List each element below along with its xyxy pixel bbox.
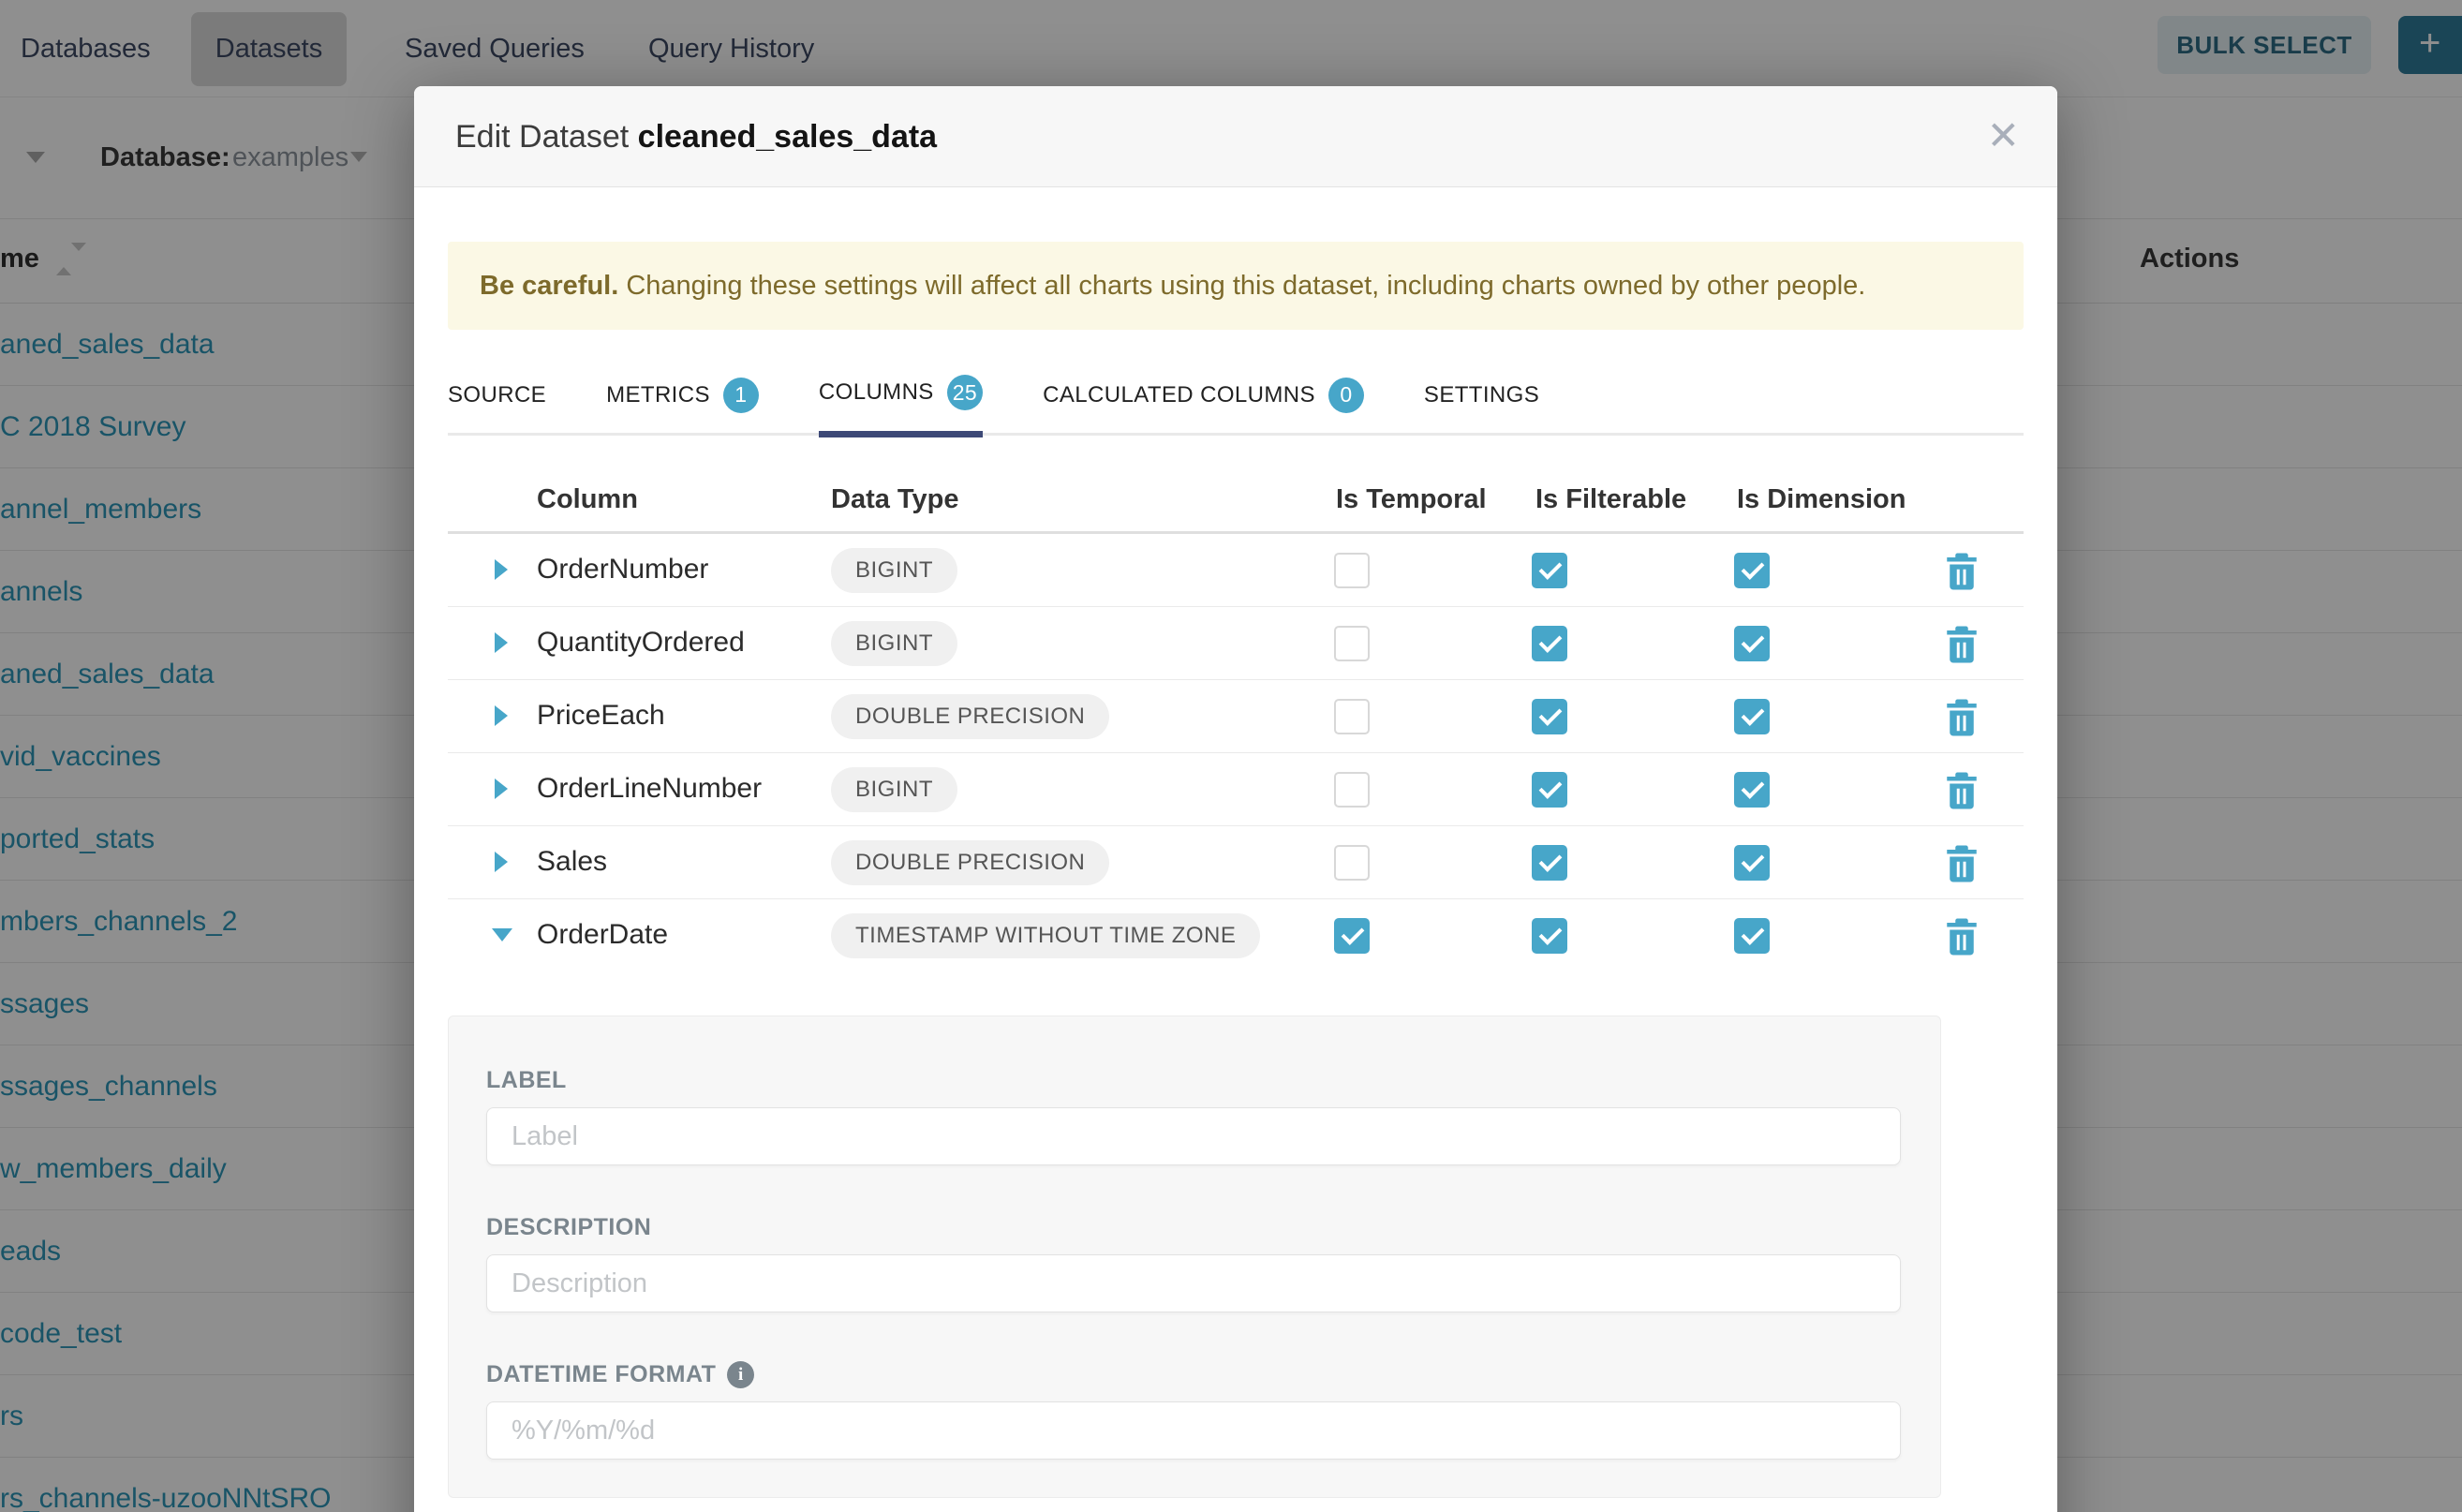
delete-column-icon[interactable] [1945,772,1979,809]
is-filterable-checkbox[interactable] [1532,699,1567,734]
delete-column-icon[interactable] [1945,845,1979,882]
label-field-label: LABEL [486,1067,1903,1094]
is-temporal-checkbox[interactable] [1334,918,1370,954]
column-detail-panel: LABEL DESCRIPTION DATETIME FORMAT i [448,1015,1941,1498]
is-filterable-checkbox[interactable] [1532,845,1567,881]
is-filterable-checkbox[interactable] [1532,626,1567,661]
delete-column-icon[interactable] [1945,699,1979,736]
caret-right-icon[interactable] [495,705,508,726]
columns-count-badge: 25 [947,375,983,410]
columns-table-header: Column Data Type Is Temporal Is Filterab… [448,462,2024,534]
data-type-pill: BIGINT [831,621,957,666]
delete-column-icon[interactable] [1945,553,1979,590]
column-row: OrderLineNumber BIGINT [448,753,2024,826]
column-name: PriceEach [537,700,665,732]
column-name: Sales [537,846,607,878]
header-is-dimension: Is Dimension [1737,484,1906,515]
is-temporal-checkbox[interactable] [1334,626,1370,661]
tab-columns[interactable]: COLUMNS25 [819,375,983,437]
is-filterable-checkbox[interactable] [1532,553,1567,588]
modal-title: Edit Dataset cleaned_sales_data [455,119,937,155]
column-row: PriceEach DOUBLE PRECISION [448,680,2024,753]
header-data-type: Data Type [831,484,958,515]
is-filterable-checkbox[interactable] [1532,772,1567,808]
column-name: OrderLineNumber [537,773,762,805]
caret-right-icon[interactable] [495,632,508,653]
description-input[interactable] [486,1254,1901,1312]
tab-bar: SOURCE METRICS1 COLUMNS25 CALCULATED COL… [448,375,2024,436]
tab-settings[interactable]: SETTINGS [1424,375,1539,436]
datetime-format-field-label: DATETIME FORMAT i [486,1361,1903,1388]
warning-banner: Be careful. Changing these settings will… [448,242,2024,330]
caret-right-icon[interactable] [495,778,508,799]
info-icon[interactable]: i [727,1361,754,1388]
is-dimension-checkbox[interactable] [1734,699,1770,734]
caret-down-icon[interactable] [492,928,512,941]
tab-calculated-columns[interactable]: CALCULATED COLUMNS0 [1043,375,1364,436]
close-icon[interactable]: ✕ [1987,86,2020,185]
data-type-pill: BIGINT [831,548,957,593]
is-dimension-checkbox[interactable] [1734,553,1770,588]
calculated-columns-count-badge: 0 [1328,378,1364,413]
column-name: OrderDate [537,919,668,951]
header-is-filterable: Is Filterable [1535,484,1686,515]
data-type-pill: TIMESTAMP WITHOUT TIME ZONE [831,913,1260,958]
column-row: QuantityOrdered BIGINT [448,607,2024,680]
label-input[interactable] [486,1107,1901,1165]
data-type-pill: DOUBLE PRECISION [831,694,1109,739]
column-name: OrderNumber [537,554,708,586]
description-field-label: DESCRIPTION [486,1214,1903,1241]
is-dimension-checkbox[interactable] [1734,772,1770,808]
metrics-count-badge: 1 [723,378,759,413]
column-row: OrderNumber BIGINT [448,534,2024,607]
modal-body: Be careful. Changing these settings will… [414,187,2057,1498]
columns-table-body: OrderNumber BIGINT QuantityOrdered BIGINT Pr… [448,534,2024,976]
tab-metrics[interactable]: METRICS1 [606,375,759,436]
tab-source[interactable]: SOURCE [448,375,546,436]
delete-column-icon[interactable] [1945,918,1979,956]
is-temporal-checkbox[interactable] [1334,772,1370,808]
columns-table: Column Data Type Is Temporal Is Filterab… [448,462,2024,976]
caret-right-icon[interactable] [495,559,508,580]
is-dimension-checkbox[interactable] [1734,626,1770,661]
is-filterable-checkbox[interactable] [1532,918,1567,954]
is-temporal-checkbox[interactable] [1334,845,1370,881]
header-column: Column [537,484,638,515]
is-temporal-checkbox[interactable] [1334,553,1370,588]
dataset-name: cleaned_sales_data [638,119,937,155]
column-name: QuantityOrdered [537,627,745,659]
data-type-pill: BIGINT [831,767,957,812]
datetime-format-input[interactable] [486,1401,1901,1460]
is-dimension-checkbox[interactable] [1734,845,1770,881]
edit-dataset-modal: Edit Dataset cleaned_sales_data ✕ Be car… [414,86,2057,1512]
is-dimension-checkbox[interactable] [1734,918,1770,954]
column-row: Sales DOUBLE PRECISION [448,826,2024,899]
is-temporal-checkbox[interactable] [1334,699,1370,734]
column-row: OrderDate TIMESTAMP WITHOUT TIME ZONE [448,899,2024,976]
modal-header: Edit Dataset cleaned_sales_data ✕ [414,86,2057,187]
app-viewport: Databases Datasets Saved Queries Query H… [0,0,2462,1512]
delete-column-icon[interactable] [1945,626,1979,663]
caret-right-icon[interactable] [495,852,508,872]
header-is-temporal: Is Temporal [1336,484,1487,515]
data-type-pill: DOUBLE PRECISION [831,840,1109,885]
